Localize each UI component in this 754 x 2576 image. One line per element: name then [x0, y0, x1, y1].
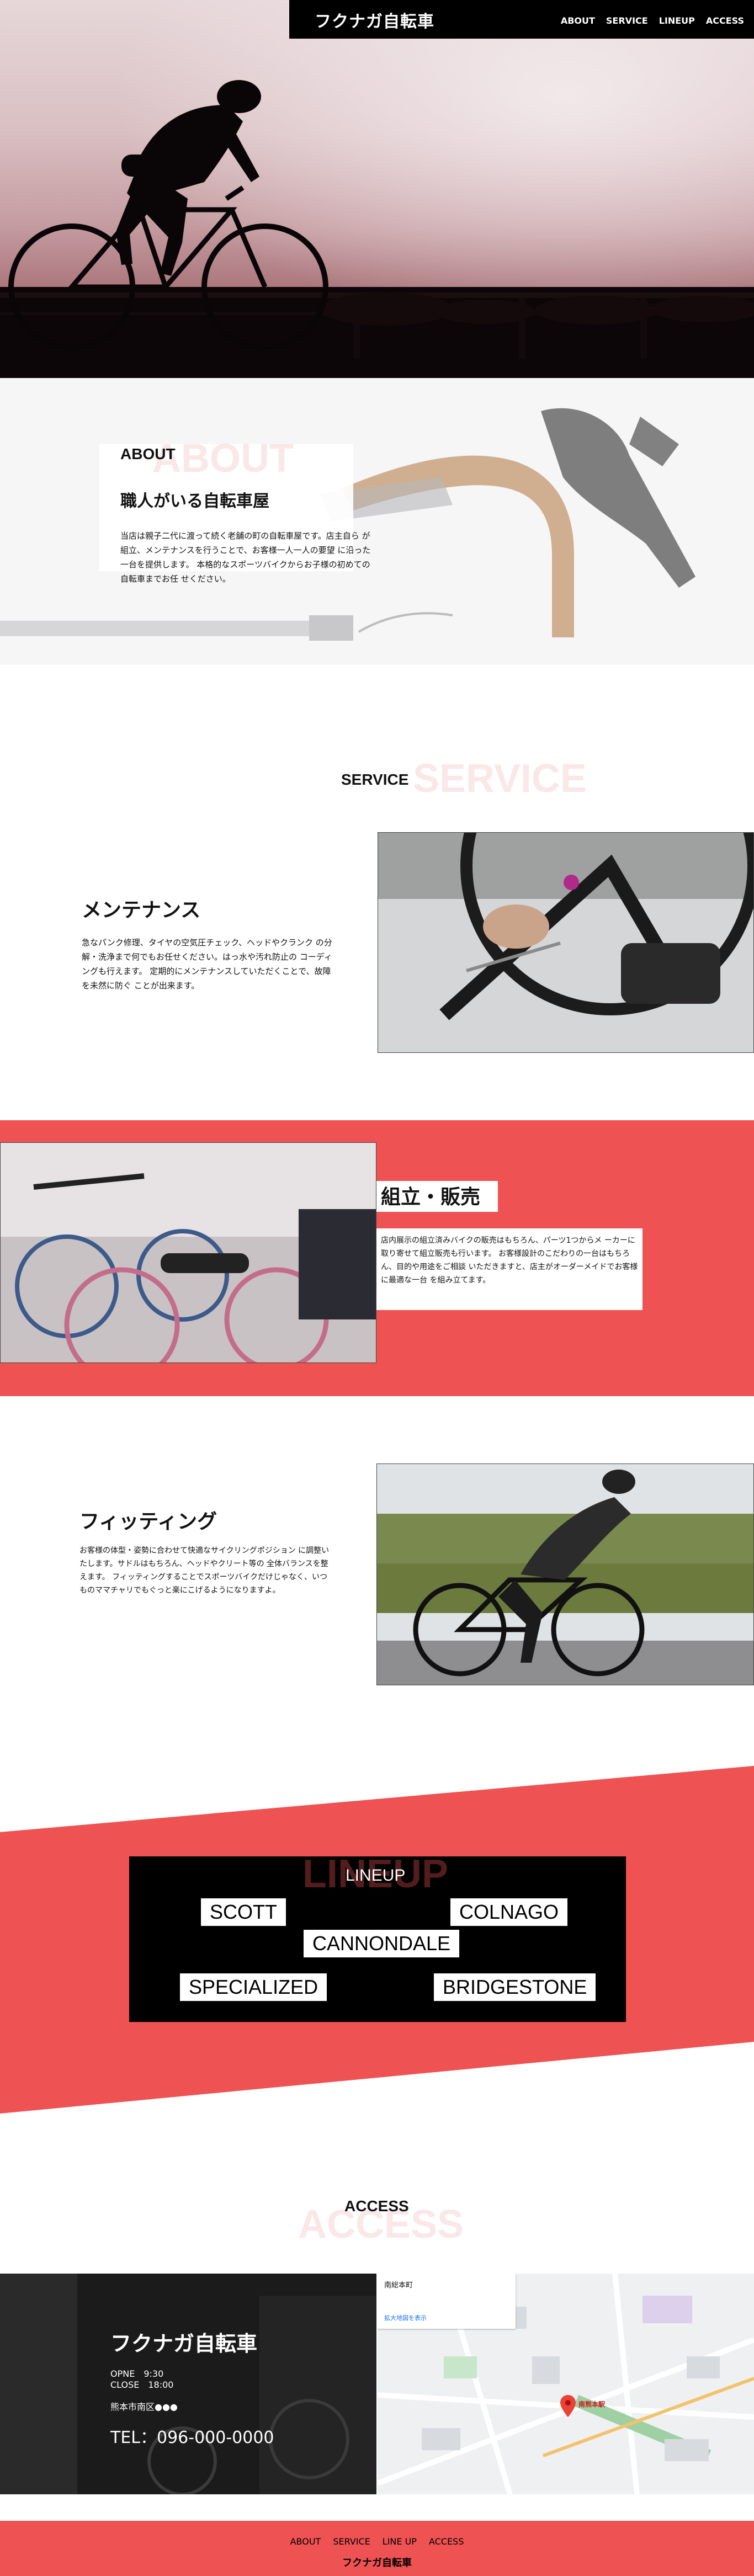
footer-nav-about[interactable]: ABOUT — [290, 2536, 321, 2547]
map-pin[interactable] — [560, 2395, 576, 2419]
map-enlarge-link[interactable]: 拡大地図を表示 — [384, 2313, 427, 2322]
service-title: SERVICE — [341, 771, 409, 788]
footer-nav-access[interactable]: ACCESS — [429, 2536, 464, 2547]
nav-service[interactable]: SERVICE — [606, 15, 648, 26]
assembly-photo — [0, 1142, 376, 1363]
brand-scott[interactable]: SCOTT — [201, 1898, 286, 1926]
assembly-title: 組立・販売 — [381, 1186, 481, 1209]
about-section — [0, 378, 754, 665]
access-shop-panel: フクナガ自転車 OPNE 9:30 CLOSE 18:00 熊本市南区●●● T… — [0, 2274, 376, 2494]
access-shop-name: フクナガ自転車 — [110, 2332, 258, 2356]
fitting-title: フィッティング — [79, 1510, 217, 1533]
lineup-title: LINEUP — [346, 1866, 406, 1885]
fitting-photo — [376, 1463, 754, 1685]
maintenance-title: メンテナンス — [82, 899, 201, 922]
access-title: ACCESS — [344, 2197, 409, 2215]
about-subtitle: 職人がいる自転車屋 — [120, 492, 269, 511]
nav-about[interactable]: ABOUT — [561, 15, 595, 26]
about-title: ABOUT — [120, 445, 176, 462]
site-logo[interactable]: フクナガ自転車 — [315, 8, 434, 32]
footer-nav-service[interactable]: SERVICE — [333, 2536, 370, 2547]
fitting-text: お客様の体型・姿勢に合わせて快適なサイクリングポジション に調整いたします。サド… — [79, 1546, 330, 1595]
site-footer: ABOUT SERVICE LINE UP ACCESS フクナガ自転車 — [0, 2521, 754, 2576]
footer-nav-lineup[interactable]: LINE UP — [383, 2536, 417, 2547]
access-address: 熊本市南区●●● — [110, 2402, 178, 2412]
brand-bridgestone[interactable]: BRIDGESTONE — [434, 1973, 596, 2001]
hero-cyclist-image — [0, 0, 754, 378]
nav-lineup[interactable]: LINEUP — [659, 15, 695, 26]
brand-specialized[interactable]: SPECIALIZED — [180, 1973, 327, 2001]
map-pin-label: 南熊本駅 — [578, 2401, 606, 2408]
assembly-text: 店内展示の組立済みバイクの販売はもちろん、パーツ1つからメ ーカーに取り寄せて組… — [381, 1236, 638, 1285]
access-tel[interactable]: TEL：096-000-0000 — [110, 2424, 274, 2448]
main-nav: ABOUT SERVICE LINEUP ACCESS — [561, 15, 744, 26]
maintenance-photo — [378, 832, 754, 1053]
site-header: フクナガ自転車 ABOUT SERVICE LINEUP ACCESS — [289, 0, 754, 39]
map-info-card: 南総本町 拡大地図を表示 — [378, 2274, 516, 2329]
hero-section — [0, 0, 754, 378]
map-pin-icon — [560, 2395, 576, 2417]
about-text: 当店は親子二代に渡って続く老舗の町の自転車屋です。店主自ら が組立、メンテナンス… — [120, 531, 371, 584]
service-ghost-title: SERVICE — [413, 757, 587, 801]
brand-cannondale[interactable]: CANNONDALE — [304, 1930, 460, 1957]
maintenance-text: 急なパンク修理、タイヤの空気圧チェック、ヘッドやクランク の分解・洗浄まで何でも… — [82, 938, 332, 991]
footer-logo[interactable]: フクナガ自転車 — [0, 2555, 754, 2569]
brand-colnago[interactable]: COLNAGO — [450, 1898, 568, 1926]
map-place-name: 南総本町 — [384, 2281, 413, 2290]
access-close: CLOSE 18:00 — [110, 2380, 174, 2390]
nav-access[interactable]: ACCESS — [706, 15, 744, 26]
shop-interior-image — [0, 2274, 376, 2494]
footer-nav: ABOUT SERVICE LINE UP ACCESS — [0, 2536, 754, 2547]
access-map[interactable]: 南総本町 拡大地図を表示 南熊本駅 — [378, 2274, 754, 2494]
